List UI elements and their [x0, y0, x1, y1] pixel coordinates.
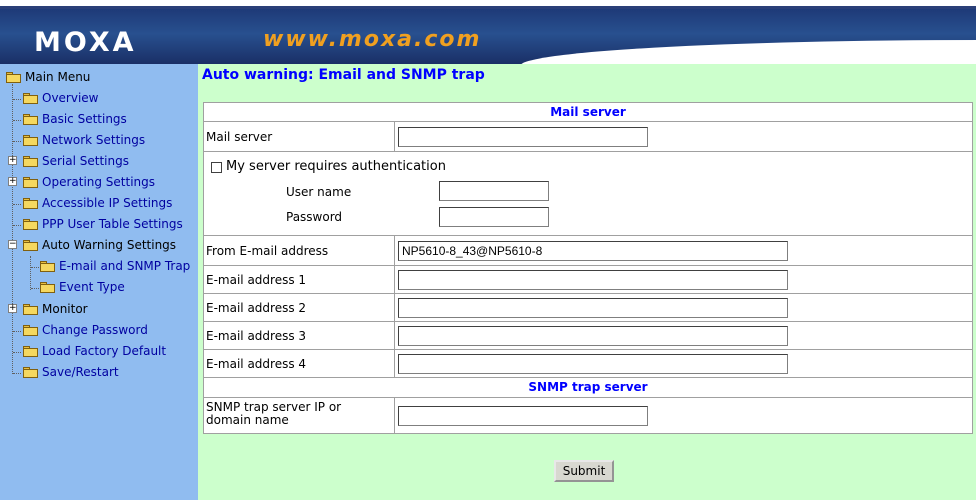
email-3-label: E-mail address 3 — [206, 328, 307, 343]
sidebar-item-basic-settings[interactable]: Basic Settings — [23, 109, 127, 130]
sidebar-item-change-password[interactable]: Change Password — [23, 320, 148, 341]
sidebar-item-network-settings[interactable]: Network Settings — [23, 130, 145, 151]
user-name-label: User name — [286, 185, 352, 199]
folder-icon — [23, 304, 38, 315]
folder-icon — [23, 93, 38, 104]
sidebar-item-label: Accessible IP Settings — [42, 196, 173, 210]
open-folder-icon — [23, 240, 38, 251]
sidebar: Main Menu Overview Basic Settings Networ… — [0, 64, 198, 500]
submit-button[interactable]: Submit — [554, 460, 614, 482]
auth-checkbox-label: My server requires authentication — [226, 159, 446, 174]
folder-icon — [23, 156, 38, 167]
row-authentication: My server requires authentication User n… — [203, 152, 973, 236]
sidebar-item-main-menu[interactable]: Main Menu — [6, 67, 90, 88]
password-input[interactable] — [439, 207, 549, 227]
tree-branch — [31, 288, 39, 289]
collapse-minus-icon[interactable]: − — [8, 240, 17, 249]
row-from-email: From E-mail address — [203, 236, 973, 266]
folder-icon — [23, 325, 38, 336]
tree-branch — [13, 225, 21, 226]
snmp-trap-server-label: SNMP trap server IP or domain name — [206, 400, 342, 427]
email-1-input[interactable] — [398, 270, 788, 290]
folder-icon — [23, 367, 38, 378]
row-email-3: E-mail address 3 — [203, 322, 973, 350]
tree-branch — [13, 352, 21, 353]
email-4-label: E-mail address 4 — [206, 356, 307, 371]
sidebar-item-load-factory-default[interactable]: Load Factory Default — [23, 341, 166, 362]
expand-plus-icon[interactable]: + — [8, 177, 17, 186]
from-email-input[interactable] — [398, 241, 788, 261]
sidebar-item-label: E-mail and SNMP Trap — [59, 259, 191, 273]
sidebar-item-label: Main Menu — [25, 70, 91, 84]
snmp-trap-server-input[interactable] — [398, 406, 648, 426]
sidebar-item-serial-settings[interactable]: Serial Settings — [23, 151, 129, 172]
sidebar-item-auto-warning-settings[interactable]: Auto Warning Settings — [23, 235, 176, 256]
folder-icon — [23, 135, 38, 146]
section-title: Mail server — [550, 105, 626, 119]
sidebar-item-label: Overview — [42, 91, 99, 105]
sidebar-item-overview[interactable]: Overview — [23, 88, 99, 109]
main-content: Auto warning: Email and SNMP trap Mail s… — [198, 64, 976, 500]
password-label: Password — [286, 210, 343, 224]
sidebar-item-email-and-snmp-trap[interactable]: E-mail and SNMP Trap — [40, 256, 190, 277]
sidebar-item-label: Event Type — [59, 280, 125, 294]
row-email-2: E-mail address 2 — [203, 294, 973, 322]
folder-icon — [23, 114, 38, 125]
email-1-label: E-mail address 1 — [206, 272, 307, 287]
expand-plus-icon[interactable]: + — [8, 156, 17, 165]
auth-checkbox[interactable] — [211, 162, 222, 173]
row-snmp-trap-server: SNMP trap server IP or domain name — [203, 398, 973, 434]
user-name-input[interactable] — [439, 181, 549, 201]
row-email-1: E-mail address 1 — [203, 266, 973, 294]
tree-branch — [13, 373, 21, 374]
folder-icon — [23, 198, 38, 209]
folder-icon — [23, 177, 38, 188]
section-header-snmp-trap-server: SNMP trap server — [203, 378, 973, 398]
sidebar-item-label: Operating Settings — [42, 175, 156, 189]
tree-branch — [13, 204, 21, 205]
section-header-mail-server: Mail server — [203, 102, 973, 122]
sidebar-item-event-type[interactable]: Event Type — [40, 277, 125, 298]
email-4-input[interactable] — [398, 354, 788, 374]
sidebar-item-monitor[interactable]: Monitor — [23, 299, 88, 320]
sidebar-item-label: Serial Settings — [42, 154, 129, 168]
sidebar-item-operating-settings[interactable]: Operating Settings — [23, 172, 155, 193]
header-banner: MOXA www.moxa.com — [0, 0, 976, 66]
sidebar-item-save-restart[interactable]: Save/Restart — [23, 362, 119, 383]
folder-icon — [23, 219, 38, 230]
sidebar-item-label: Save/Restart — [42, 365, 119, 379]
folder-icon — [40, 282, 55, 293]
sidebar-item-label: Load Factory Default — [42, 344, 167, 358]
mail-server-input[interactable] — [398, 127, 648, 147]
folder-icon — [40, 261, 55, 272]
from-email-label: From E-mail address — [206, 243, 329, 258]
tree-line — [30, 256, 31, 290]
email-2-label: E-mail address 2 — [206, 300, 307, 315]
page-title: Auto warning: Email and SNMP trap — [202, 67, 485, 83]
email-3-input[interactable] — [398, 326, 788, 346]
sidebar-item-label: Basic Settings — [42, 112, 127, 126]
tree-branch — [13, 120, 21, 121]
sidebar-item-accessible-ip-settings[interactable]: Accessible IP Settings — [23, 193, 172, 214]
moxa-logo: MOXA — [34, 27, 137, 58]
row-email-4: E-mail address 4 — [203, 350, 973, 378]
tree-branch — [31, 267, 39, 268]
folder-icon — [23, 346, 38, 357]
open-folder-icon — [6, 72, 21, 83]
sidebar-item-label: PPP User Table Settings — [42, 217, 183, 231]
sidebar-item-label: Change Password — [42, 323, 148, 337]
moxa-url: www.moxa.com — [263, 27, 482, 52]
sidebar-item-label: Monitor — [42, 302, 88, 316]
sidebar-item-label: Auto Warning Settings — [42, 238, 177, 252]
tree-branch — [13, 141, 21, 142]
section-title: SNMP trap server — [528, 380, 648, 394]
tree-branch — [13, 331, 21, 332]
row-mail-server: Mail server — [203, 122, 973, 152]
email-2-input[interactable] — [398, 298, 788, 318]
sidebar-item-ppp-user-table-settings[interactable]: PPP User Table Settings — [23, 214, 183, 235]
tree-branch — [13, 99, 21, 100]
mail-server-label: Mail server — [206, 129, 273, 144]
expand-plus-icon[interactable]: + — [8, 304, 17, 313]
sidebar-item-label: Network Settings — [42, 133, 146, 147]
